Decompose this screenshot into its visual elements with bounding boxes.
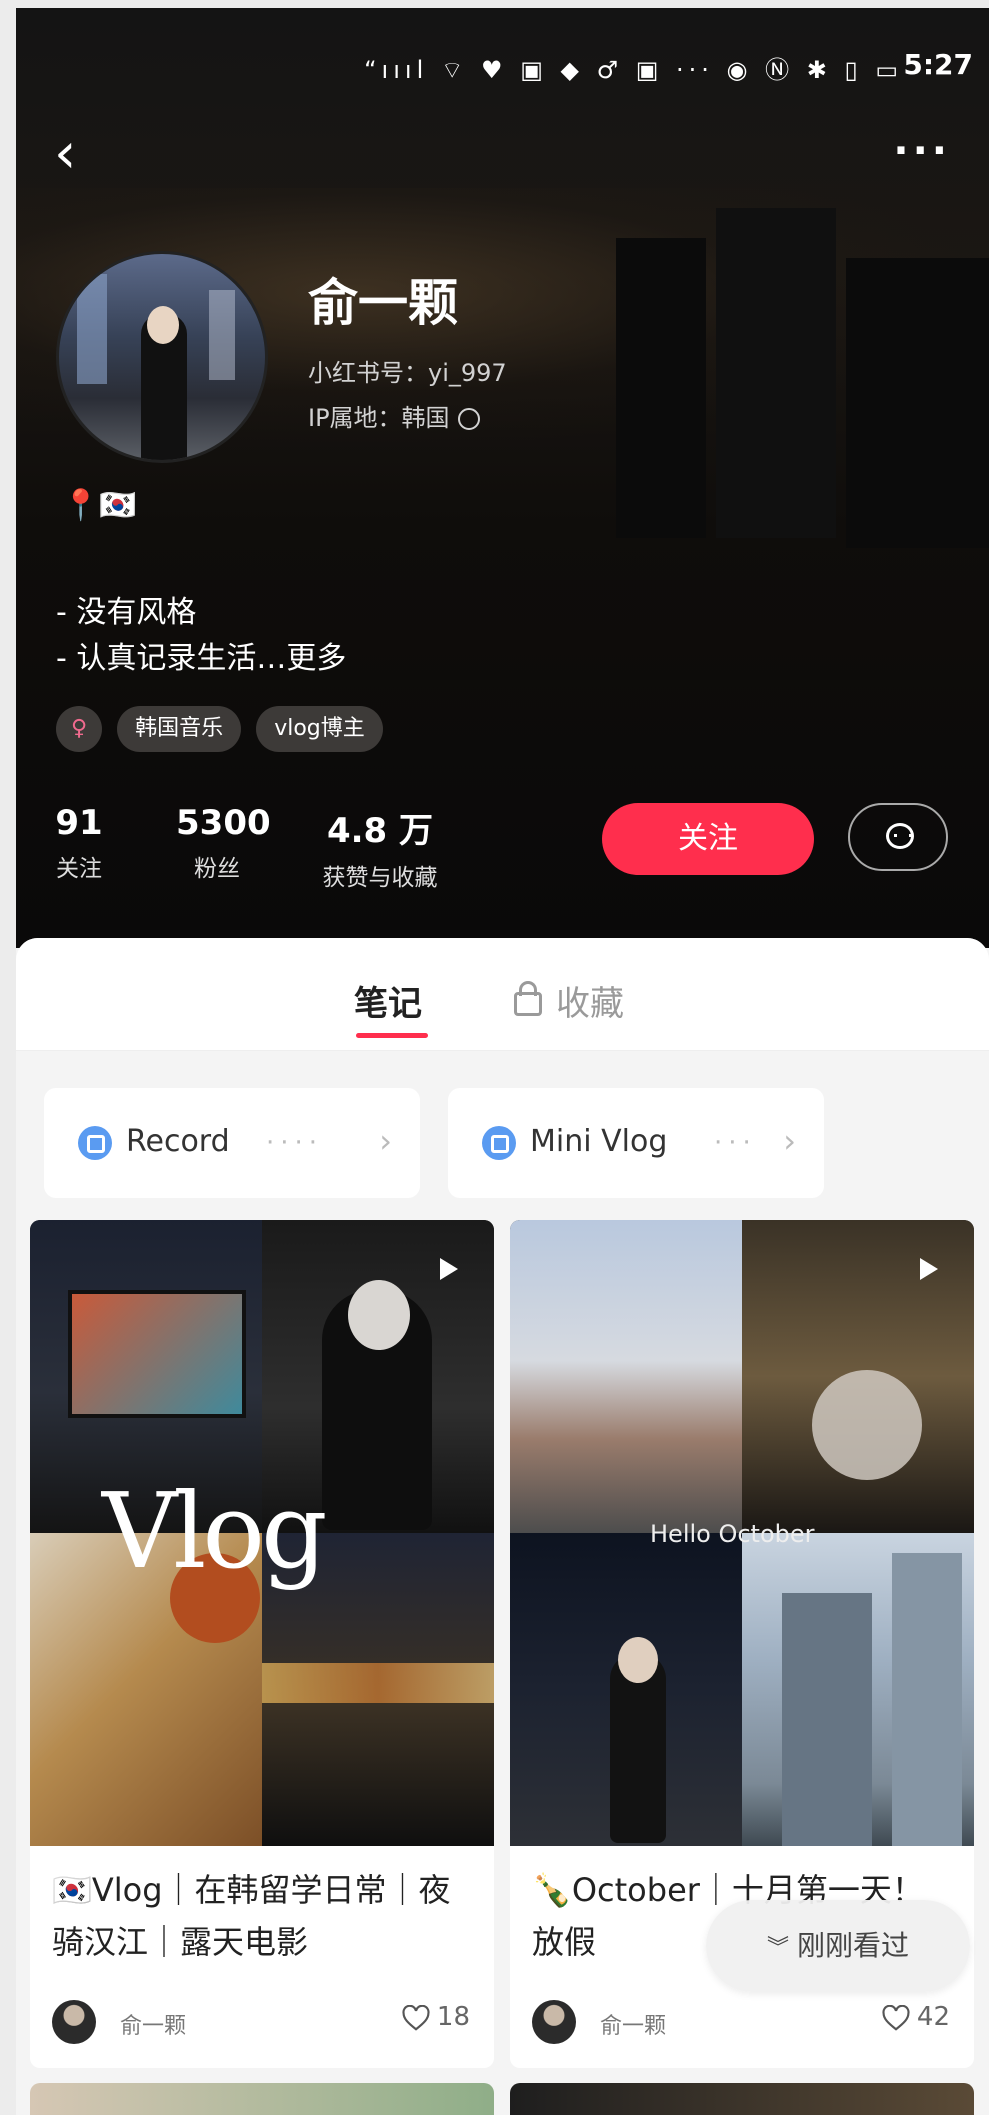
note-footer: 俞一颗 18 <box>30 1982 494 2068</box>
collection-icon <box>482 1126 516 1160</box>
cover-overlay-text: Vlog <box>102 1470 328 1592</box>
location-emoji: 📍🇰🇷 <box>62 488 137 523</box>
bio-line[interactable]: - 认真记录生活…更多 <box>56 636 346 682</box>
double-chevron-down-icon: ︾ <box>766 1936 789 1961</box>
ellipsis-icon: ··· <box>714 1128 757 1158</box>
chevron-right-icon: › <box>783 1122 796 1160</box>
chat-bubble-icon <box>886 823 914 849</box>
stat-likes-collects[interactable]: 4.8 万 获赞与收藏 <box>310 803 450 892</box>
profile-name: 俞一颗 <box>308 274 458 332</box>
bio-line: - 没有风格 <box>56 595 197 630</box>
heart-icon <box>882 2004 910 2031</box>
collection-record[interactable]: Record ···· › <box>44 1088 420 1198</box>
collection-icon <box>78 1126 112 1160</box>
avatar[interactable] <box>56 251 268 463</box>
like-button[interactable]: 42 <box>881 2002 950 2032</box>
stat-value: 4.8 万 <box>326 811 434 851</box>
note-card-partial[interactable] <box>510 2083 974 2115</box>
stat-label: 获赞与收藏 <box>322 865 438 891</box>
status-bar: “ıııl ⌔ ♥ ▣ ◆ ♂ ▣ ··· ◉ Ⓝ ✱ ▯ ▭ 5:27 <box>16 46 973 86</box>
ip-location-text: IP属地：韩国 <box>308 404 450 432</box>
note-card[interactable]: Vlog 🇰🇷Vlog｜在韩留学日常｜夜骑汉江｜露天电影 俞一颗 18 <box>30 1220 494 2068</box>
video-play-icon <box>440 1258 458 1280</box>
recently-viewed-label: 刚刚看过 <box>797 1929 910 1962</box>
author-name[interactable]: 俞一颗 <box>120 2008 186 2040</box>
tab-bar: 笔记 收藏 <box>16 938 989 1051</box>
tab-notes[interactable]: 笔记 <box>354 976 428 1038</box>
stat-value: 91 <box>55 803 103 843</box>
note-footer: 俞一颗 42 <box>510 1982 974 2068</box>
author-avatar[interactable] <box>52 2000 96 2044</box>
lock-icon <box>514 980 542 1016</box>
cover-overlay-text: Hello October <box>650 1520 815 1548</box>
like-count: 42 <box>916 2002 950 2032</box>
tag[interactable]: 韩国音乐 <box>117 706 242 752</box>
collection-title: Record <box>126 1124 230 1159</box>
tab-collected-label: 收藏 <box>556 984 624 1024</box>
stat-value: 5300 <box>176 803 271 843</box>
ip-location: IP属地：韩国 <box>308 398 480 433</box>
red-id[interactable]: 小红书号：yi_997 <box>308 353 507 388</box>
ellipsis-icon: ···· <box>266 1128 324 1158</box>
status-time: 5:27 <box>903 48 973 81</box>
video-play-icon <box>920 1258 938 1280</box>
collection-mini-vlog[interactable]: Mini Vlog ··· › <box>448 1088 824 1198</box>
heart-icon <box>402 2004 430 2031</box>
like-count: 18 <box>436 2002 470 2032</box>
profile-header: “ıııl ⌔ ♥ ▣ ◆ ♂ ▣ ··· ◉ Ⓝ ✱ ▯ ▭ 5:27 ‹ ·… <box>16 8 989 948</box>
author-avatar[interactable] <box>532 2000 576 2044</box>
chevron-right-icon: › <box>379 1122 392 1160</box>
note-cover[interactable]: Hello October <box>510 1220 974 1846</box>
tab-collected[interactable]: 收藏 <box>514 976 624 1025</box>
author-name[interactable]: 俞一颗 <box>600 2008 666 2040</box>
status-icons: “ıııl ⌔ ♥ ▣ ◆ ♂ ▣ ··· ◉ Ⓝ ✱ ▯ ▭ <box>364 56 903 84</box>
app-screen: “ıııl ⌔ ♥ ▣ ◆ ♂ ▣ ··· ◉ Ⓝ ✱ ▯ ▭ 5:27 ‹ ·… <box>16 8 989 2115</box>
recently-viewed-button[interactable]: ︾ 刚刚看过 <box>706 1900 970 1992</box>
bio[interactable]: - 没有风格 - 认真记录生活…更多 <box>56 590 346 682</box>
back-arrow-icon[interactable]: ‹ <box>54 126 94 186</box>
message-button[interactable] <box>848 803 948 871</box>
stat-label: 粉丝 <box>194 856 240 882</box>
tag[interactable]: vlog博主 <box>256 706 383 752</box>
stat-label: 关注 <box>56 856 102 882</box>
note-cover[interactable]: Vlog <box>30 1220 494 1846</box>
location-row: 📍🇰🇷 <box>62 488 137 523</box>
tag-list: ♀ 韩国音乐 vlog博主 <box>56 706 393 752</box>
info-icon[interactable] <box>457 408 480 430</box>
like-button[interactable]: 18 <box>401 2002 470 2032</box>
note-caption: 🇰🇷Vlog｜在韩留学日常｜夜骑汉江｜露天电影 <box>52 1871 451 1961</box>
more-options-icon[interactable]: ··· <box>893 128 951 174</box>
collection-title: Mini Vlog <box>530 1124 668 1159</box>
stat-followers[interactable]: 5300 粉丝 <box>176 803 271 883</box>
follow-button[interactable]: 关注 <box>602 803 814 875</box>
gender-tag: ♀ <box>56 706 102 752</box>
stat-following[interactable]: 91 关注 <box>54 803 104 883</box>
note-card-partial[interactable] <box>30 2083 494 2115</box>
